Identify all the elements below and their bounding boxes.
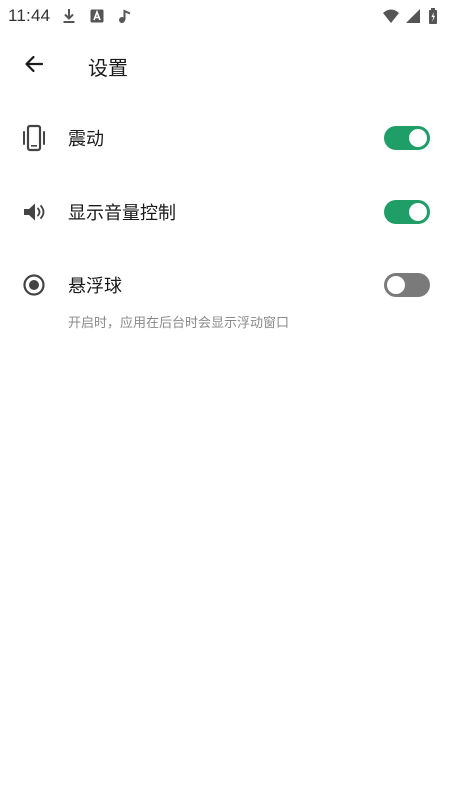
toggle-knob xyxy=(409,203,427,221)
status-bar: 11:44 xyxy=(0,0,450,32)
page-title: 设置 xyxy=(88,55,128,80)
download-icon xyxy=(60,7,78,25)
toggle-knob xyxy=(409,129,427,147)
arrow-left-icon xyxy=(22,52,46,80)
text-app-icon xyxy=(88,7,106,25)
floating-ball-description: 开启时，应用在后台时会显示浮动窗口 xyxy=(68,316,290,331)
music-note-icon xyxy=(116,7,134,25)
volume-control-toggle[interactable] xyxy=(384,200,430,224)
settings-screen: 11:44 设置 震动 显示音量控制 悬浮球 开启时，应用在后台时会显示浮动窗口 xyxy=(0,0,450,800)
floating-ball-toggle[interactable] xyxy=(384,273,430,297)
battery-charging-icon xyxy=(426,7,444,25)
status-time: 11:44 xyxy=(8,6,51,25)
setting-label: 显示音量控制 xyxy=(68,203,176,224)
vibration-phone-icon xyxy=(21,123,47,153)
vibration-toggle[interactable] xyxy=(384,126,430,150)
setting-row-floating-ball[interactable]: 悬浮球 xyxy=(0,259,450,311)
status-bar-left: 11:44 xyxy=(0,6,134,26)
setting-label: 悬浮球 xyxy=(68,276,122,297)
setting-row-volume-control[interactable]: 显示音量控制 xyxy=(0,186,450,238)
setting-row-vibration[interactable]: 震动 xyxy=(0,112,450,164)
wifi-icon xyxy=(382,7,400,25)
radio-target-icon xyxy=(21,270,47,300)
volume-icon xyxy=(21,197,47,227)
toggle-knob xyxy=(387,276,405,294)
status-bar-right xyxy=(378,7,450,25)
setting-label: 震动 xyxy=(68,129,104,150)
back-button[interactable] xyxy=(16,48,52,84)
app-bar: 设置 xyxy=(0,40,450,92)
cellular-signal-icon xyxy=(404,7,422,25)
